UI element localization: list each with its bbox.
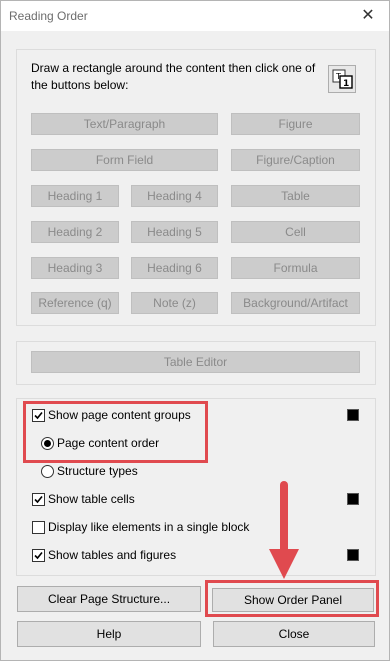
table-button[interactable]: Table bbox=[231, 185, 360, 207]
content-groups-color-swatch[interactable] bbox=[347, 409, 359, 421]
table-cells-color-swatch[interactable] bbox=[347, 493, 359, 505]
heading-5-button[interactable]: Heading 5 bbox=[131, 221, 218, 243]
background-artifact-button[interactable]: Background/Artifact bbox=[231, 292, 360, 314]
instructions-text: Draw a rectangle around the content then… bbox=[31, 61, 316, 92]
title-bar: Reading Order ✕ bbox=[1, 1, 389, 31]
close-icon[interactable]: ✕ bbox=[358, 6, 378, 26]
heading-1-button[interactable]: Heading 1 bbox=[31, 185, 119, 207]
tables-figures-color-swatch[interactable] bbox=[347, 549, 359, 561]
show-table-cells-checkbox[interactable] bbox=[32, 493, 45, 506]
svg-text:1: 1 bbox=[343, 79, 349, 89]
structure-types-label: Structure types bbox=[57, 464, 138, 478]
table-editor-icon[interactable]: T 1 bbox=[328, 65, 356, 93]
help-button[interactable]: Help bbox=[17, 621, 201, 647]
reading-order-dialog: Reading Order ✕ Draw a rectangle around … bbox=[0, 0, 390, 661]
content-groups-highlight-box bbox=[23, 401, 208, 463]
arrow-down-icon bbox=[269, 481, 299, 579]
show-tables-figures-checkbox[interactable] bbox=[32, 549, 45, 562]
figure-button[interactable]: Figure bbox=[231, 113, 360, 135]
checkmark-icon bbox=[34, 551, 43, 560]
display-like-elements-checkbox[interactable] bbox=[32, 521, 45, 534]
window-title: Reading Order bbox=[9, 9, 88, 23]
figure-caption-button[interactable]: Figure/Caption bbox=[231, 149, 360, 171]
display-like-elements-label: Display like elements in a single block bbox=[48, 520, 250, 534]
table-editor-button[interactable]: Table Editor bbox=[31, 351, 360, 373]
heading-6-button[interactable]: Heading 6 bbox=[131, 257, 218, 279]
structure-types-radio[interactable] bbox=[41, 465, 54, 478]
cell-button[interactable]: Cell bbox=[231, 221, 360, 243]
show-table-cells-label: Show table cells bbox=[48, 492, 135, 506]
heading-4-button[interactable]: Heading 4 bbox=[131, 185, 218, 207]
reference-button[interactable]: Reference (q) bbox=[31, 292, 119, 314]
text-paragraph-button[interactable]: Text/Paragraph bbox=[31, 113, 218, 135]
show-order-panel-highlight-box bbox=[205, 580, 379, 617]
clear-page-structure-button[interactable]: Clear Page Structure... bbox=[17, 586, 201, 612]
close-button[interactable]: Close bbox=[213, 621, 375, 647]
form-field-button[interactable]: Form Field bbox=[31, 149, 218, 171]
show-tables-figures-label: Show tables and figures bbox=[48, 548, 177, 562]
heading-2-button[interactable]: Heading 2 bbox=[31, 221, 119, 243]
checkmark-icon bbox=[34, 495, 43, 504]
note-button[interactable]: Note (z) bbox=[131, 292, 218, 314]
formula-button[interactable]: Formula bbox=[231, 257, 360, 279]
heading-3-button[interactable]: Heading 3 bbox=[31, 257, 119, 279]
